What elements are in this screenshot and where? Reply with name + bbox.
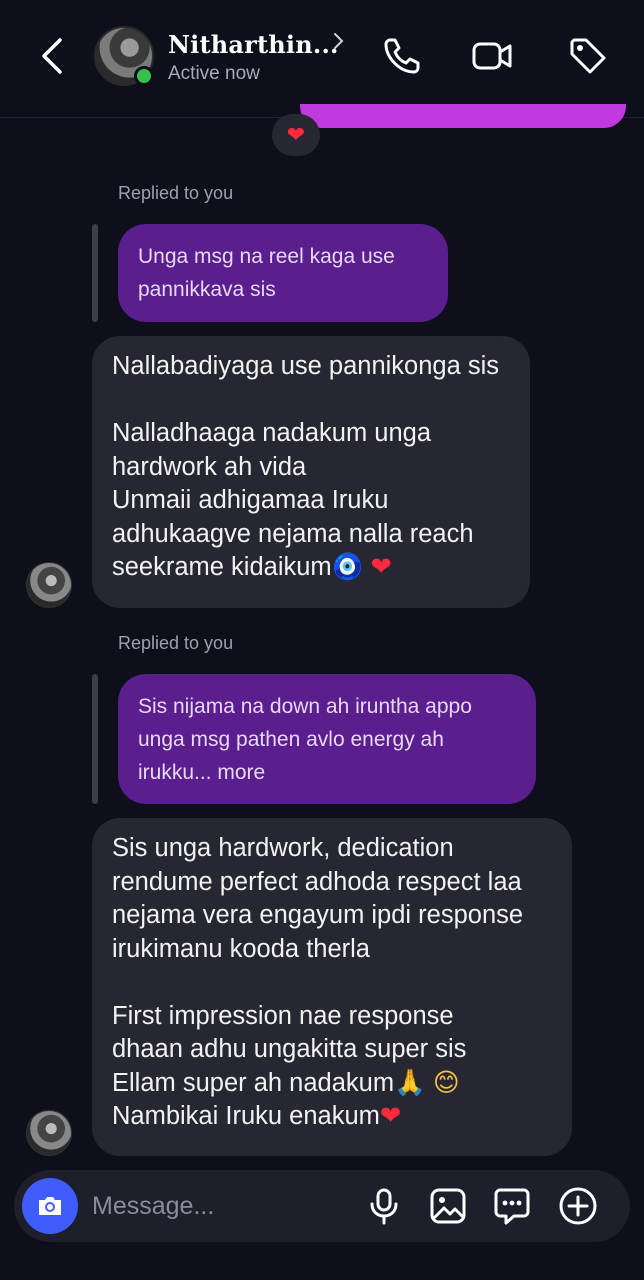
incoming-message[interactable]: Sis unga hardwork, dedication rendume pe… <box>92 818 572 1156</box>
add-icon[interactable] <box>558 1186 598 1226</box>
message-line: nejama vera engayum ipdi response <box>112 901 524 929</box>
message-line: dhaan adhu ungakitta super sis <box>112 1035 467 1063</box>
sticker-icon[interactable] <box>492 1186 532 1226</box>
message-text: Nambikai Iruku enakum <box>112 1102 380 1130</box>
reply-bar <box>92 224 98 322</box>
quoted-line: Sis nijama na down ah iruntha appo <box>138 695 472 718</box>
active-status: Active now <box>168 63 260 84</box>
quoted-line[interactable]: irukku... more <box>138 756 516 789</box>
quoted-message[interactable]: Unga msg na reel kaga use pannikkava sis <box>118 224 448 322</box>
microphone-icon[interactable] <box>364 1186 404 1226</box>
message-line: Nalladhaaga nadakum unga <box>112 419 431 447</box>
sender-avatar[interactable] <box>26 562 72 608</box>
message-composer <box>14 1170 630 1242</box>
previous-sent-message[interactable] <box>300 104 626 128</box>
nazar-emoji: 🧿 <box>331 552 364 582</box>
heart-emoji: ❤ <box>370 552 392 582</box>
quoted-line: pannikkava sis <box>138 278 276 301</box>
replied-label: Replied to you <box>118 633 234 653</box>
message-line-with-emoji: Ellam super ah nadakum🙏 😊 <box>112 1067 552 1101</box>
message-line: Nallabadiyaga use pannikonga sis <box>112 352 500 380</box>
message-line-last: Nambikai Iruku enakum❤ <box>112 1100 552 1134</box>
heart-reaction[interactable]: ❤ <box>272 114 320 156</box>
online-indicator <box>134 66 154 86</box>
sender-avatar[interactable] <box>26 1110 72 1156</box>
video-icon[interactable] <box>470 34 514 78</box>
tag-icon[interactable] <box>566 34 610 78</box>
chat-header: Nitharthin... Active now <box>0 0 644 118</box>
heart-emoji: ❤ <box>379 1101 402 1131</box>
camera-button[interactable] <box>22 1178 78 1234</box>
quoted-message[interactable]: Sis nijama na down ah iruntha appo unga … <box>118 674 536 804</box>
message-line: Sis unga hardwork, dedication <box>112 834 454 862</box>
message-line: Unmaii adhigamaa Iruku <box>112 486 389 514</box>
message-input[interactable] <box>92 1188 352 1224</box>
replied-label: Replied to you <box>118 183 234 203</box>
smile-emoji: 😊 <box>432 1067 460 1098</box>
chevron-right-icon[interactable] <box>332 30 346 52</box>
message-line: rendume perfect adhoda respect laa <box>112 867 522 896</box>
message-line: irukimanu kooda therla <box>112 934 370 963</box>
message-line <box>112 384 510 418</box>
message-line: hardwork ah vida <box>112 452 307 481</box>
pray-emoji: 🙏 <box>394 1067 426 1098</box>
message-line: adhukaagve nejama nalla reach <box>112 519 474 548</box>
back-icon[interactable] <box>36 36 70 76</box>
phone-icon[interactable] <box>380 34 424 78</box>
message-line: First impression nae response <box>112 1001 454 1030</box>
heart-icon: ❤ <box>286 122 306 148</box>
message-text: seekrame kidaikum <box>112 553 332 581</box>
message-text: Ellam super ah nadakum <box>112 1068 395 1097</box>
message-line <box>112 966 552 1000</box>
camera-icon <box>39 1197 61 1215</box>
contact-name[interactable]: Nitharthin... <box>168 30 339 59</box>
incoming-message[interactable]: Nallabadiyaga use pannikonga sis Nalladh… <box>92 336 530 608</box>
reply-bar <box>92 674 98 804</box>
gallery-icon[interactable] <box>428 1186 468 1226</box>
quoted-line: Unga msg na reel kaga use <box>138 245 395 268</box>
contact-avatar[interactable] <box>94 26 154 86</box>
quoted-line: unga msg pathen avlo energy ah <box>138 728 444 751</box>
message-line-last: seekrame kidaikum🧿 ❤ <box>112 551 510 585</box>
